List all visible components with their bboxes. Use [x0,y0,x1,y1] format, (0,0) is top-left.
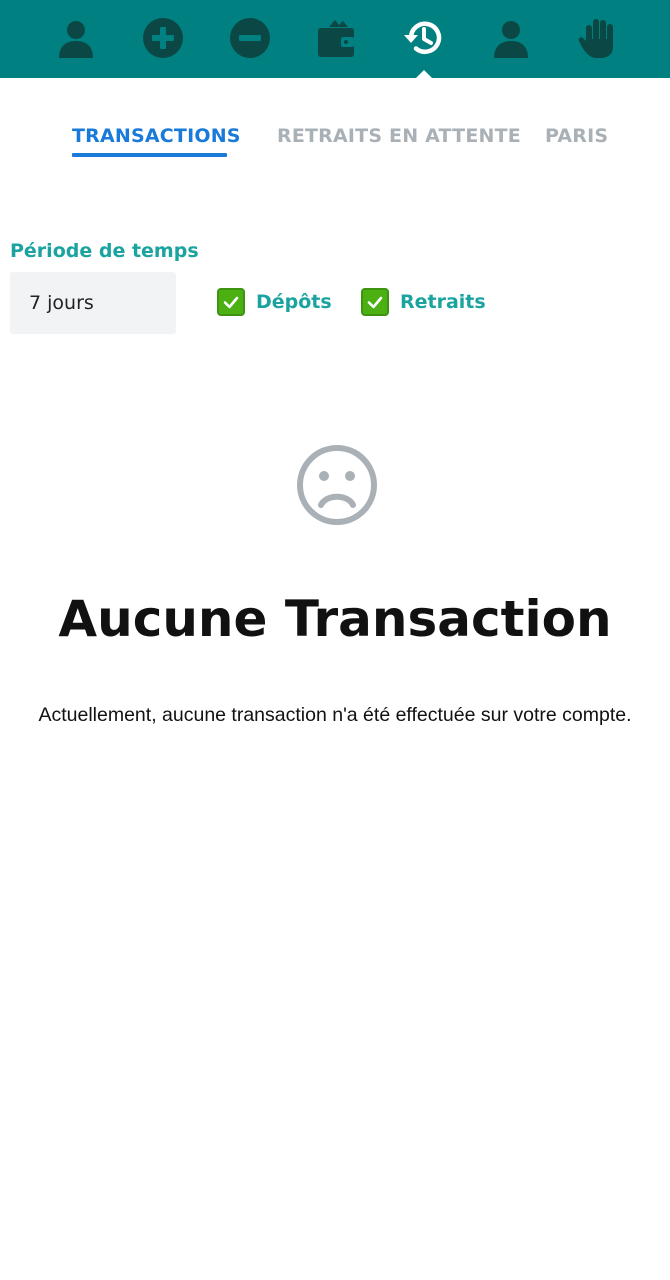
active-indicator [416,70,432,78]
empty-state-message: Actuellement, aucune transaction n'a été… [38,704,632,726]
deposits-checkbox[interactable] [217,288,245,316]
tab-retraits-en-attente[interactable]: RETRAITS EN ATTENTE [277,125,521,147]
history-icon[interactable] [402,16,446,60]
withdrawals-filter[interactable]: Retraits [361,286,486,318]
withdrawals-checkbox[interactable] [361,288,389,316]
minus-circle-icon[interactable] [228,16,272,60]
period-label: Période de temps [10,240,199,262]
profile-icon[interactable] [489,16,533,60]
deposits-filter[interactable]: Dépôts [217,286,332,318]
check-icon [367,296,383,309]
active-tab-underline [72,153,227,157]
plus-circle-icon[interactable] [141,16,185,60]
check-icon [223,296,239,309]
wallet-icon[interactable] [314,16,358,60]
sad-face-icon [296,444,378,526]
tab-transactions[interactable]: TRANSACTIONS [72,125,241,147]
empty-state-title: Aucune Transaction [58,590,612,648]
top-navigation-bar [0,0,670,78]
withdrawals-label: Retraits [400,291,486,313]
tab-paris[interactable]: PARIS [545,125,608,147]
user-icon[interactable] [54,16,98,60]
deposits-label: Dépôts [256,291,332,313]
hand-icon[interactable] [576,16,620,60]
period-value: 7 jours [29,292,94,314]
period-select[interactable]: 7 jours [10,272,176,334]
